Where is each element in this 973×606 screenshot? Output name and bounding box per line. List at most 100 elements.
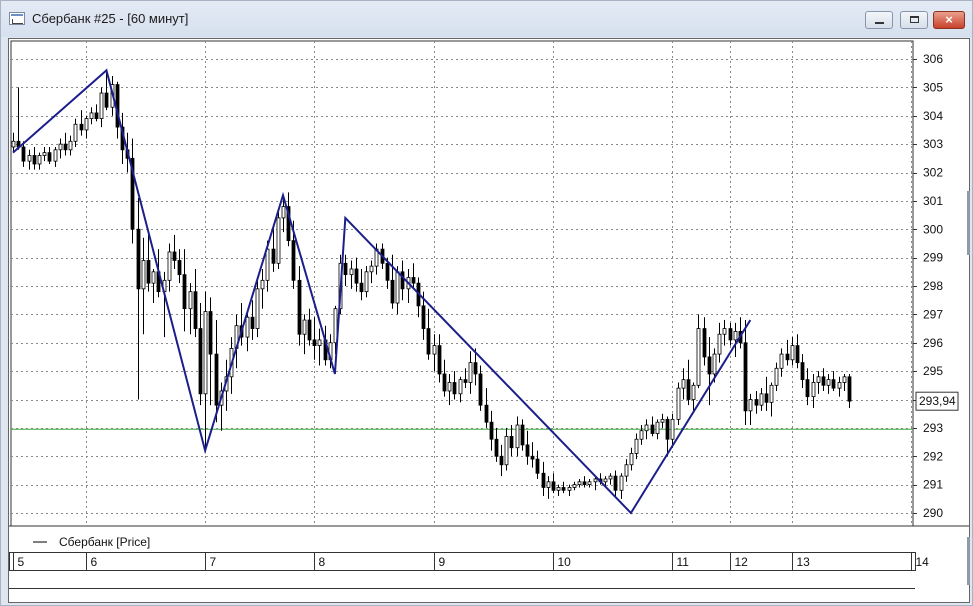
candle-body [37, 155, 42, 165]
candle-body [400, 271, 405, 290]
last-price-label: 293,94 [919, 394, 956, 408]
candle-body [390, 279, 395, 304]
candle-body [800, 362, 805, 381]
candle-body [572, 484, 577, 488]
candle-body [728, 328, 733, 341]
candle-body [541, 472, 546, 488]
chart-area[interactable]: 2902912922932942952962972982993003013023… [8, 38, 970, 603]
candle-body [473, 362, 478, 375]
price-chart[interactable]: 2902912922932942952962972982993003013023… [9, 39, 969, 602]
price-tick-label: 299 [923, 251, 943, 265]
price-tick-label: 301 [923, 194, 943, 208]
time-tick-label: 11 [677, 555, 690, 569]
candle-body [484, 404, 489, 423]
candle-body [141, 260, 146, 290]
candle-body [577, 481, 582, 486]
candle-body [702, 328, 707, 358]
candle-body [84, 118, 89, 131]
candle-body [291, 240, 296, 281]
candle-body [369, 265, 374, 273]
price-tick-label: 300 [923, 222, 943, 236]
candle-body [759, 393, 764, 406]
candle-body [42, 152, 47, 156]
candle-body [307, 319, 312, 341]
price-axis[interactable]: 2902912922932942952962972982993003013023… [913, 52, 943, 520]
candle-body [193, 291, 198, 329]
window-title: Сбербанк #25 - [60 минут] [32, 11, 189, 26]
candle-body [561, 487, 566, 491]
candle-body [411, 277, 416, 284]
time-tick-label: 9 [439, 555, 446, 569]
time-tick-label: 13 [797, 555, 811, 569]
candle-body [712, 353, 717, 375]
legend: Сбербанк [Price] [33, 535, 150, 549]
candle-body [426, 328, 431, 355]
candle-body [21, 146, 26, 162]
candle-body [795, 345, 800, 364]
candle-body [634, 438, 639, 454]
candle-body [696, 328, 701, 386]
candle-body [748, 399, 753, 412]
price-tick-label: 297 [923, 307, 943, 321]
legend-scrollbar-thumb[interactable] [967, 537, 970, 585]
candle-body [717, 333, 722, 355]
candle-body [535, 458, 540, 474]
zigzag-line[interactable] [12, 68, 752, 515]
candle-body [104, 92, 109, 108]
candle-body [354, 268, 359, 284]
candle-body [432, 345, 437, 355]
close-icon: × [945, 12, 953, 27]
candle-body [811, 382, 816, 398]
candle-body [188, 291, 193, 310]
time-tick-label: 5 [18, 555, 25, 569]
candle-body [644, 424, 649, 432]
chart-window: Сбербанк #25 - [60 минут] × 290 291 292 293… [0, 0, 973, 606]
candle-body [754, 399, 759, 406]
candle-body [68, 140, 73, 151]
candle-body [146, 260, 151, 284]
candle-body [53, 149, 58, 162]
candle-body [551, 481, 556, 491]
title-bar[interactable]: Сбербанк #25 - [60 минут] × [1, 1, 972, 37]
last-price-tag: 293,94 [915, 391, 959, 411]
time-axis[interactable]: 56789101112131415 [9, 552, 969, 589]
candle-body [805, 379, 810, 398]
candle-body [842, 376, 847, 383]
candle-body [587, 481, 592, 486]
candle-body [826, 379, 831, 386]
price-tick-label: 292 [923, 449, 943, 463]
maximize-button[interactable] [900, 11, 928, 29]
candle-body [515, 424, 520, 449]
price-tick-label: 290 [923, 506, 943, 520]
candle-body [629, 453, 634, 466]
candle-body [733, 330, 738, 341]
candle-body [655, 421, 660, 434]
candle-body [447, 382, 452, 392]
candle-body [821, 376, 826, 386]
price-tick-label: 303 [923, 137, 943, 151]
candle-body [650, 424, 655, 434]
minimize-button[interactable] [865, 11, 893, 29]
candle-body [89, 112, 94, 119]
price-scrollbar-thumb[interactable] [967, 191, 970, 255]
candle-body [458, 379, 463, 395]
candle-body [660, 418, 665, 423]
chart-window-icon [9, 12, 25, 25]
candle-body [11, 140, 16, 148]
candle-body [214, 353, 219, 406]
candle-body [395, 271, 400, 304]
candle-body [27, 155, 32, 162]
candle-body [385, 262, 390, 281]
candle-body [665, 418, 670, 440]
candle-body [530, 455, 535, 460]
candle-body [437, 345, 442, 375]
candle-body [779, 353, 784, 369]
candle-body [670, 418, 675, 440]
candle-body [203, 311, 208, 395]
candle-body [681, 379, 686, 389]
candle-body [624, 464, 629, 477]
candle-body [151, 271, 156, 284]
candle-body [619, 475, 624, 491]
candle-body [317, 339, 322, 346]
close-button[interactable]: × [933, 11, 965, 29]
